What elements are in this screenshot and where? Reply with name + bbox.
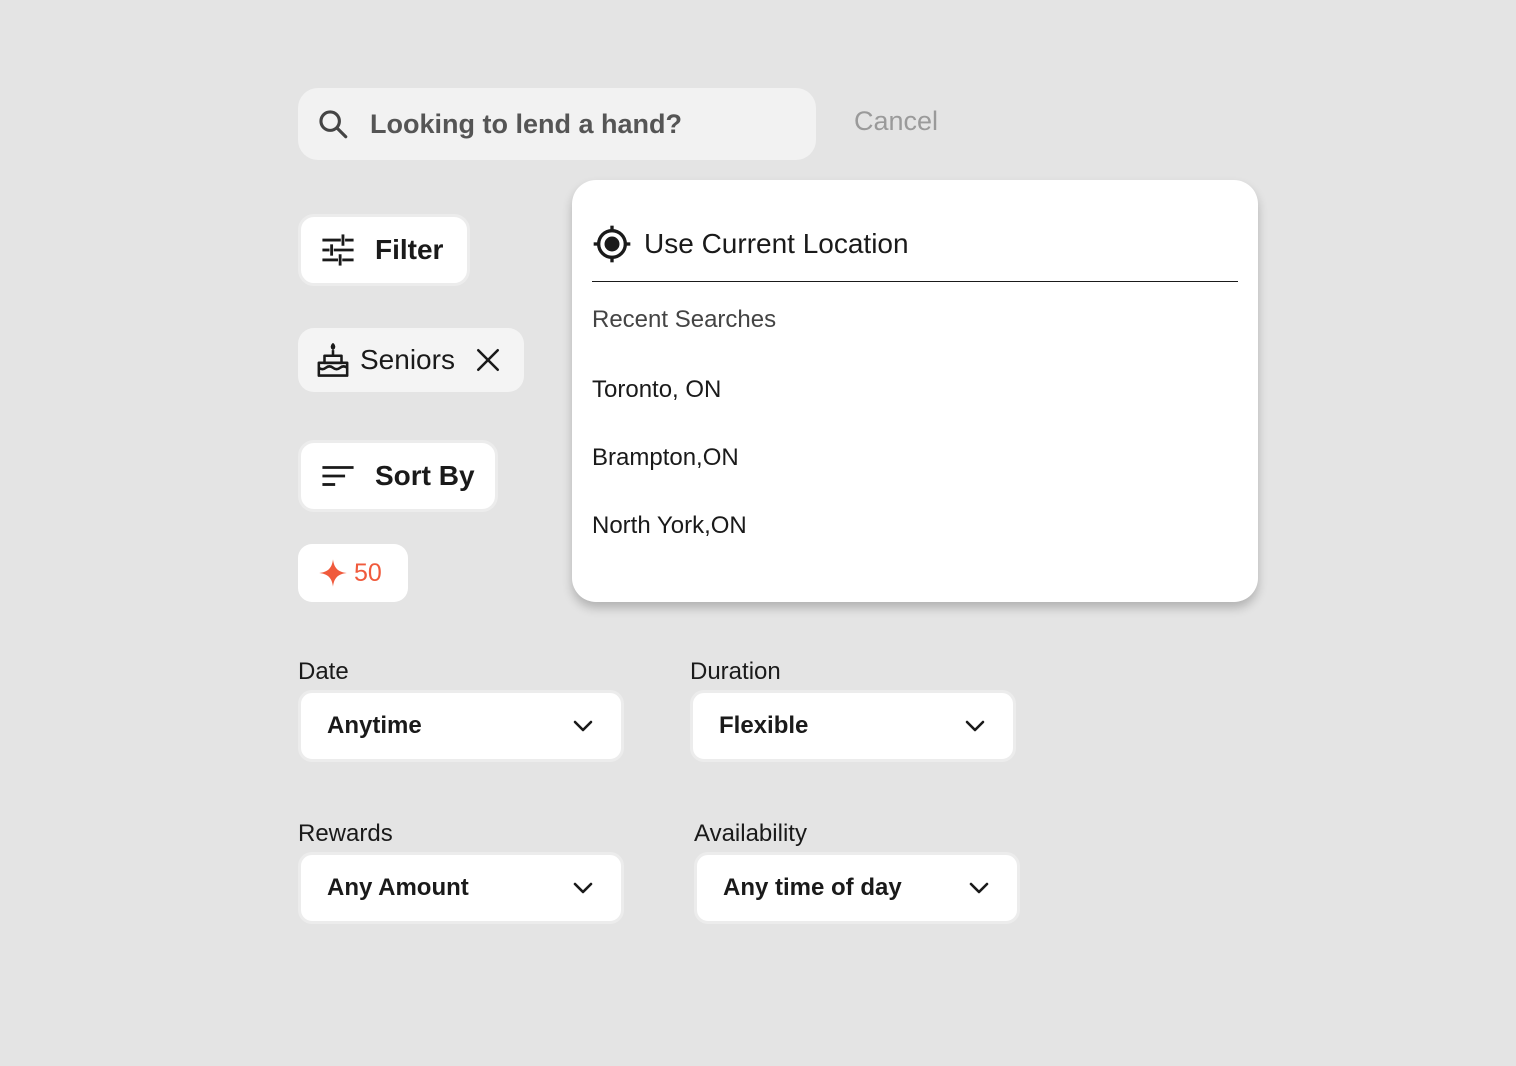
use-current-location-label: Use Current Location xyxy=(644,228,909,259)
duration-label: Duration xyxy=(690,658,781,685)
filter-label: Filter xyxy=(375,234,444,265)
recent-search-item[interactable]: Brampton,ON xyxy=(592,444,739,472)
recent-search-item[interactable]: Toronto, ON xyxy=(592,376,721,404)
sliders-icon xyxy=(321,233,355,267)
recent-search-item[interactable]: North York,ON xyxy=(592,512,747,540)
search-bar xyxy=(298,88,816,160)
points-value: 50 xyxy=(354,558,382,587)
duration-value: Flexible xyxy=(719,712,809,739)
rewards-value: Any Amount xyxy=(327,874,469,901)
chevron-down-icon xyxy=(967,876,991,900)
date-select[interactable]: Anytime xyxy=(298,690,624,762)
date-value: Anytime xyxy=(327,712,422,739)
recent-searches-heading: Recent Searches xyxy=(592,306,777,333)
category-chip-seniors[interactable]: Seniors xyxy=(298,328,524,392)
search-input[interactable] xyxy=(368,107,772,141)
sort-icon xyxy=(321,459,355,493)
rewards-select[interactable]: Any Amount xyxy=(298,852,624,924)
points-badge: 50 xyxy=(298,544,408,602)
filter-button[interactable]: Filter xyxy=(298,214,470,286)
location-dropdown: Use Current Location Recent Searches Tor… xyxy=(572,180,1258,602)
search-icon xyxy=(316,107,350,141)
sort-by-label: Sort By xyxy=(375,460,475,491)
use-current-location-option[interactable]: Use Current Location xyxy=(592,224,1238,282)
sparkle-icon xyxy=(318,558,348,588)
chevron-down-icon xyxy=(571,876,595,900)
date-label: Date xyxy=(298,658,349,685)
cancel-button[interactable]: Cancel xyxy=(854,106,938,137)
availability-select[interactable]: Any time of day xyxy=(694,852,1020,924)
rewards-label: Rewards xyxy=(298,820,393,847)
availability-value: Any time of day xyxy=(723,874,902,901)
duration-select[interactable]: Flexible xyxy=(690,690,1016,762)
cake-icon xyxy=(316,341,350,379)
sort-by-button[interactable]: Sort By xyxy=(298,440,498,512)
availability-label: Availability xyxy=(694,820,807,847)
category-chip-label: Seniors xyxy=(360,344,455,375)
close-icon[interactable] xyxy=(475,347,501,373)
chevron-down-icon xyxy=(963,714,987,738)
crosshair-icon xyxy=(592,224,632,264)
chevron-down-icon xyxy=(571,714,595,738)
